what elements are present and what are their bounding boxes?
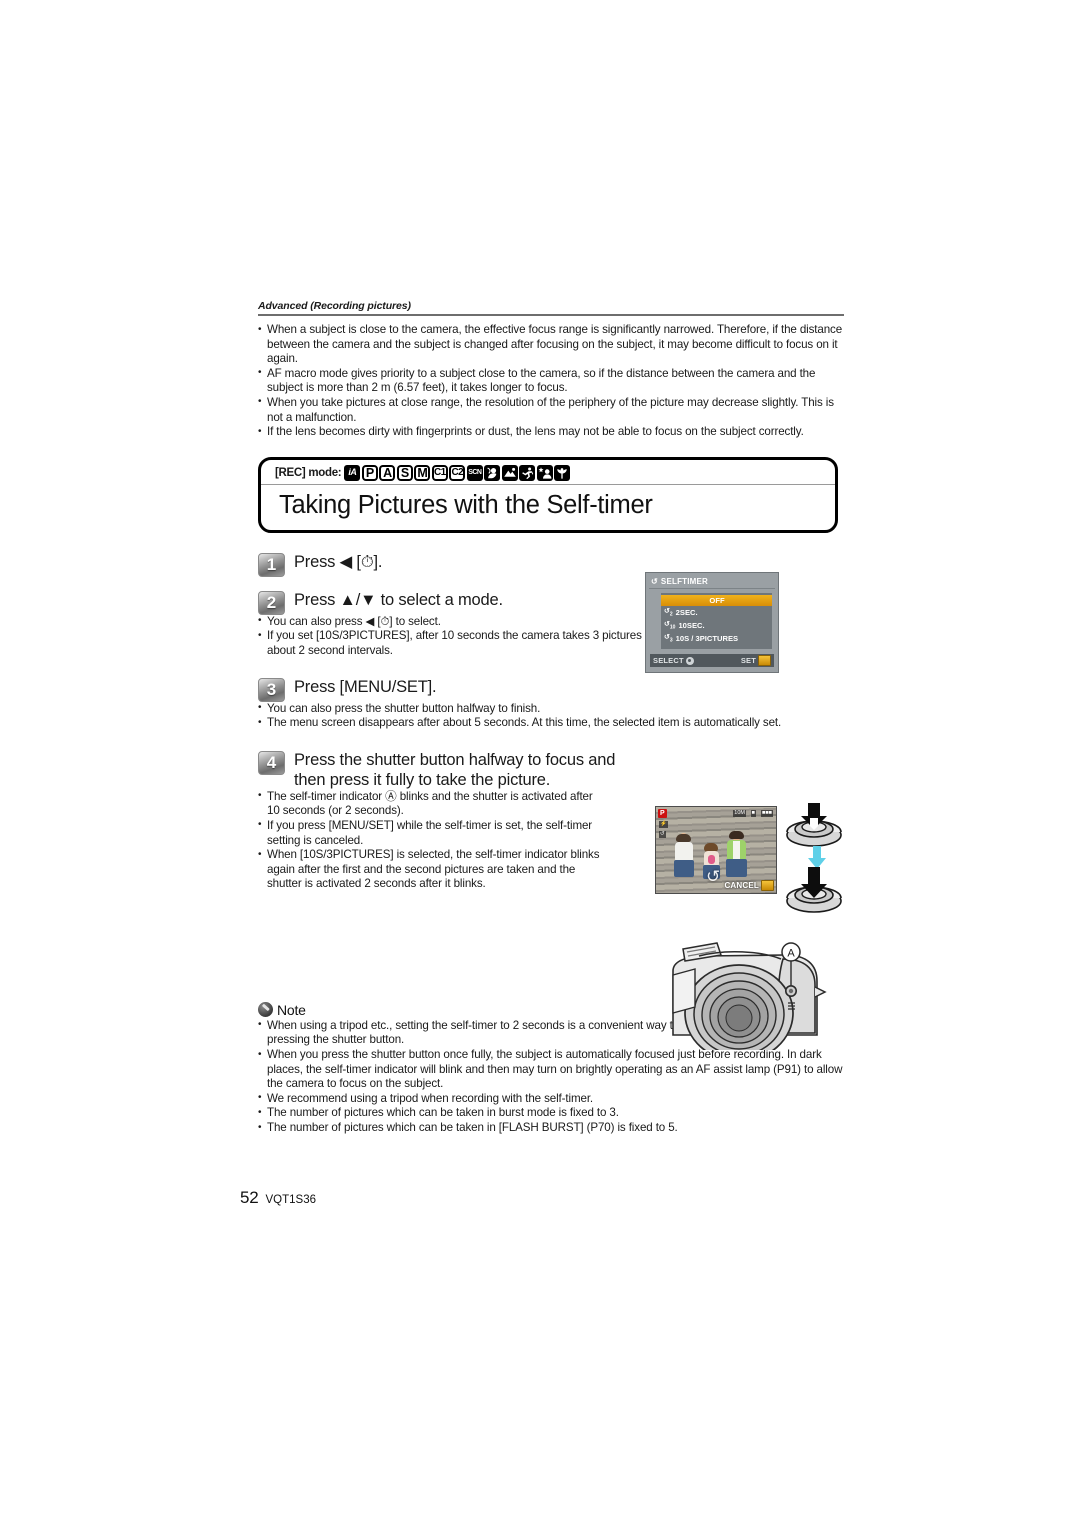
scene-mode-icon: SCN: [466, 464, 483, 481]
step-instruction: Press the shutter button halfway to focu…: [294, 750, 616, 789]
rec-mode-row: [REC] mode: iA P A S M C1 C2 SCN: [261, 460, 835, 485]
list-item: The self-timer indicator Ⓐ blinks and th…: [258, 789, 608, 819]
option-label: 10SEC.: [678, 621, 705, 631]
selftimer-option-list: OFF ↺2 2SEC. ↺10 10SEC. ↺3 10S / 3PICTUR…: [661, 593, 772, 650]
step-4: 4 Press the shutter button halfway to fo…: [258, 749, 844, 790]
mode-icon-group: iA P A S M C1 C2 SCN: [344, 464, 571, 481]
four-way-pad-icon: [685, 656, 694, 665]
quality-icon: ■: [750, 810, 756, 817]
step-number-badge: 4: [258, 750, 285, 775]
set-label: SET: [740, 656, 756, 665]
cancel-hint: CANCEL: [724, 880, 774, 891]
camera-front-illustration: A: [665, 935, 845, 1062]
running-head: Advanced (Recording pictures): [258, 300, 411, 312]
list-item: When [10S/3PICTURES] is selected, the se…: [258, 848, 608, 892]
shutter-fullpress-diagram: [782, 866, 846, 919]
step-3-notes: You can also press the shutter button ha…: [258, 701, 818, 731]
timer-10s3pic-icon: ↺3: [664, 634, 673, 644]
list-item: You can also press ◀ [⏱] to select.: [258, 614, 658, 630]
set-hint: SET: [741, 655, 771, 666]
cancel-label: CANCEL: [724, 881, 759, 890]
portrait-mode-icon: [484, 464, 501, 481]
list-item: We recommend using a tripod when recordi…: [258, 1091, 844, 1107]
list-item: When you take pictures at close range, t…: [258, 395, 844, 425]
shutter-priority-mode-icon: S: [396, 464, 413, 481]
selftimer-option-10s-3pictures[interactable]: ↺3 10S / 3PICTURES: [661, 633, 772, 646]
step-4-notes: The self-timer indicator Ⓐ blinks and th…: [258, 789, 608, 892]
step-2-notes: You can also press ◀ [⏱] to select. If y…: [258, 614, 658, 659]
note-title: Note: [277, 1001, 306, 1018]
list-item: If you set [10S/3PICTURES], after 10 sec…: [258, 629, 658, 658]
intro-bullet-list: When a subject is close to the camera, t…: [258, 323, 844, 440]
list-item: The number of pictures which can be take…: [258, 1121, 844, 1136]
torso: [675, 842, 693, 861]
list-item: The menu screen disappears after about 5…: [258, 716, 818, 731]
battery-icon: ■■■: [761, 810, 773, 817]
program-ae-mode-icon: P: [361, 464, 378, 481]
selftimer-menu-footer-bar: SELECT SET: [650, 654, 774, 667]
running-head-rule: [258, 314, 844, 316]
page-footer: 52 VQT1S36: [240, 1188, 316, 1208]
timer-10sec-icon: ↺10: [664, 620, 676, 631]
select-hint: SELECT: [653, 656, 694, 665]
legs: [726, 859, 747, 877]
section-title-block: [REC] mode: iA P A S M C1 C2 SCN Taking …: [258, 456, 838, 533]
step-instruction: Press ▲/▼ to select a mode.: [294, 590, 503, 609]
list-item: If the lens becomes dirty with fingerpri…: [258, 425, 844, 440]
picture-size-icon: 10M: [733, 810, 746, 817]
option-label: 10S / 3PICTURES: [675, 634, 739, 644]
selftimer-menu-title: SELFTIMER: [660, 577, 709, 586]
option-label: OFF: [709, 595, 725, 605]
step-number-badge: 3: [258, 677, 285, 702]
step-instruction: Press ◀ [⏱].: [294, 552, 383, 571]
step-3: 3 Press [MENU/SET].: [258, 676, 844, 702]
scenery-mode-icon: [501, 464, 518, 481]
self-timer-icon: ↺: [651, 577, 658, 586]
step-number-badge: 2: [258, 590, 285, 615]
lcd-photo-preview: P ⚡ ↺ 10M ■ ■■■ ↺ CANCEL: [655, 806, 777, 894]
camera-callout-a-label: A: [787, 948, 795, 960]
option-label: 2SEC.: [675, 607, 698, 617]
list-item: If you press [MENU/SET] while the self-t…: [258, 818, 608, 848]
close-up-mode-icon: [554, 464, 571, 481]
selftimer-option-off[interactable]: OFF: [661, 595, 772, 606]
list-item: The number of pictures which can be take…: [258, 1106, 844, 1121]
sports-mode-icon: [519, 464, 536, 481]
rec-mode-badge: P: [658, 809, 667, 818]
selftimer-menu-screenshot: ↺ SELFTIMER OFF ↺2 2SEC. ↺10 10SEC. ↺3 1…: [645, 572, 779, 673]
rec-mode-label: [REC] mode:: [275, 466, 342, 479]
pencil-icon: [258, 1002, 273, 1018]
countdown-timer-icon: ↺: [706, 867, 721, 886]
document-number: VQT1S36: [265, 1194, 317, 1206]
page-number: 52: [240, 1188, 259, 1207]
page-title: Taking Pictures with the Self-timer: [279, 490, 653, 519]
legs: [674, 860, 694, 877]
selftimer-option-2sec[interactable]: ↺2 2SEC.: [661, 606, 772, 619]
custom-2-mode-icon: C2: [449, 464, 466, 481]
step-instruction: Press [MENU/SET].: [294, 677, 437, 696]
list-item: When a subject is close to the camera, t…: [258, 323, 844, 367]
person-left: [672, 833, 698, 879]
manual-exposure-mode-icon: M: [414, 464, 431, 481]
custom-1-mode-icon: C1: [431, 464, 448, 481]
person-right: [724, 831, 751, 879]
night-portrait-mode-icon: [536, 464, 553, 481]
list-item: AF macro mode gives priority to a subjec…: [258, 366, 844, 396]
aperture-priority-mode-icon: A: [379, 464, 396, 481]
step-number-badge: 1: [258, 552, 285, 577]
select-label: SELECT: [653, 656, 684, 665]
intelligent-auto-mode-icon: iA: [344, 464, 361, 481]
selftimer-menu-title-row: ↺ SELFTIMER: [649, 576, 775, 589]
menu-set-button-icon: [761, 880, 774, 891]
timer-2sec-icon: ↺2: [664, 607, 673, 617]
selftimer-status-icon: ↺: [659, 831, 666, 838]
flash-status-icon: ⚡: [659, 821, 668, 828]
selftimer-option-10sec[interactable]: ↺10 10SEC.: [661, 619, 772, 632]
list-item: You can also press the shutter button ha…: [258, 701, 818, 717]
menu-set-button-icon: [758, 655, 771, 666]
